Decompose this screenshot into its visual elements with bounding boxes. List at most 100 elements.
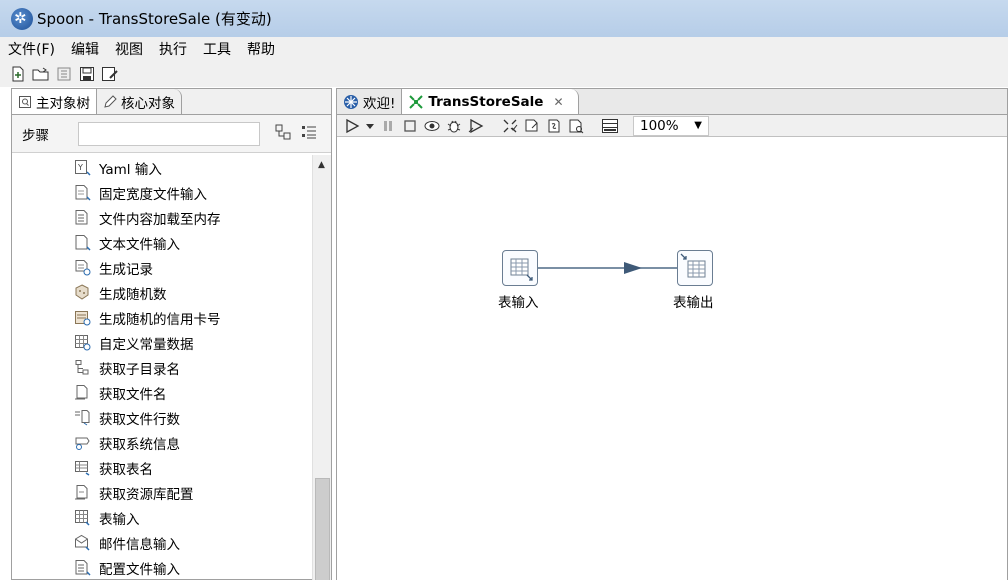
steps-tree: Y Yaml 输入 固定宽度文件输入 文件内容加载至内存 文本文件输入 生成记录… (12, 155, 312, 580)
explore-db-icon[interactable] (567, 117, 585, 135)
list-item-label: 获取文件名 (99, 386, 167, 403)
list-item[interactable]: 获取文件行数 (12, 405, 312, 430)
scrollbar-thumb[interactable] (315, 478, 330, 580)
new-file-icon[interactable] (9, 65, 27, 83)
tab-welcome[interactable]: 欢迎! (337, 89, 403, 114)
list-item[interactable]: 获取文件名 (12, 380, 312, 405)
random-credit-card-icon (75, 311, 91, 326)
window-title: Spoon - TransStoreSale (有变动) (37, 10, 272, 28)
main-toolbar (0, 60, 1008, 87)
list-item-label: 获取子目录名 (99, 361, 180, 378)
explore-repo-icon[interactable] (55, 65, 73, 83)
load-file-content-icon (75, 210, 88, 225)
get-file-rows-count-icon (75, 410, 90, 426)
steps-search-input[interactable] (78, 121, 260, 146)
tab-transstoresale[interactable]: TransStoreSale ✕ (402, 89, 579, 114)
get-system-info-icon (75, 437, 90, 450)
transformation-icon (409, 94, 424, 109)
run-icon[interactable] (343, 117, 361, 135)
steps-tree-scrollbar[interactable]: ▲ (312, 155, 331, 580)
menu-view[interactable]: 视图 (115, 39, 143, 59)
list-item[interactable]: Y Yaml 输入 (12, 155, 312, 180)
step-label-table-output: 表输出 (673, 295, 714, 311)
property-input-icon (75, 560, 91, 576)
fixed-width-file-icon (75, 185, 91, 201)
menu-run[interactable]: 执行 (159, 39, 187, 59)
tab-core-objects-label: 核心对象 (121, 95, 175, 112)
table-input-icon (75, 510, 90, 526)
random-value-icon (75, 284, 89, 300)
close-tab-icon[interactable]: ✕ (553, 95, 563, 109)
left-tabs: 主对象树 核心对象 (12, 89, 331, 115)
right-panel: 欢迎! TransStoreSale ✕ 100% ▼ 表输入 表输出 (336, 88, 1008, 580)
yaml-input-icon: Y (75, 160, 91, 176)
hop-connector[interactable] (337, 138, 1007, 580)
save-icon[interactable] (78, 65, 96, 83)
menu-tools[interactable]: 工具 (203, 39, 231, 59)
step-node-table-input[interactable] (502, 250, 538, 286)
list-item[interactable]: 生成随机数 (12, 280, 312, 305)
list-item[interactable]: 获取表名 (12, 455, 312, 480)
debug-icon[interactable] (445, 117, 463, 135)
impact-analysis-icon[interactable] (523, 117, 541, 135)
table-output-icon (680, 253, 706, 278)
scroll-up-arrow-icon[interactable]: ▲ (318, 160, 325, 170)
step-node-table-output[interactable] (677, 250, 713, 286)
tab-transstoresale-label: TransStoreSale (428, 93, 544, 110)
list-item-label: 邮件信息输入 (99, 536, 180, 553)
run-dropdown-icon[interactable] (365, 117, 375, 135)
collapse-all-icon[interactable] (301, 124, 317, 144)
left-panel: 主对象树 核心对象 步骤 Y Yaml 输入 固定宽度文件输入 文件内容加载至内… (11, 88, 332, 580)
list-item[interactable]: 表输入 (12, 505, 312, 530)
menu-file[interactable]: 文件(F) (8, 39, 55, 59)
transformation-canvas[interactable]: 表输入 表输出 (337, 138, 1007, 580)
list-item[interactable]: 生成随机的信用卡号 (12, 305, 312, 330)
stop-icon[interactable] (401, 117, 419, 135)
list-item[interactable]: 生成记录 (12, 255, 312, 280)
menu-bar: 文件(F) 编辑 视图 执行 工具 帮助 (0, 37, 1008, 60)
tab-welcome-label: 欢迎! (363, 95, 396, 112)
list-item[interactable]: 文本文件输入 (12, 230, 312, 255)
editor-tabs: 欢迎! TransStoreSale ✕ (337, 89, 1007, 115)
save-as-icon[interactable] (101, 65, 119, 83)
list-item[interactable]: 获取系统信息 (12, 430, 312, 455)
expand-all-icon[interactable] (275, 124, 291, 144)
step-label-table-input: 表输入 (498, 295, 539, 311)
list-item[interactable]: 获取子目录名 (12, 355, 312, 380)
spoon-app-icon (11, 7, 33, 30)
email-messages-input-icon (75, 534, 90, 551)
list-item[interactable]: 获取资源库配置 (12, 480, 312, 505)
list-item-label: 获取系统信息 (99, 436, 180, 453)
list-item[interactable]: 文件内容加载至内存 (12, 205, 312, 230)
menu-edit[interactable]: 编辑 (71, 39, 99, 59)
tab-core-objects[interactable]: 核心对象 (97, 89, 182, 114)
tab-main-object-tree[interactable]: 主对象树 (12, 89, 97, 114)
list-item-label: Yaml 输入 (99, 161, 162, 178)
spoon-icon (344, 94, 358, 109)
show-results-icon[interactable] (601, 117, 619, 135)
pencil-icon (104, 94, 117, 108)
get-file-names-icon (75, 385, 88, 400)
tree-search-icon (19, 95, 31, 108)
replay-icon[interactable] (467, 117, 485, 135)
zoom-select[interactable]: 100% ▼ (633, 115, 709, 136)
chevron-down-icon: ▼ (694, 120, 702, 131)
list-item[interactable]: 固定宽度文件输入 (12, 180, 312, 205)
table-input-icon (510, 258, 533, 281)
sql-icon[interactable] (545, 117, 563, 135)
preview-icon[interactable] (423, 117, 441, 135)
list-item[interactable]: 自定义常量数据 (12, 330, 312, 355)
data-grid-icon (75, 335, 91, 351)
menu-help[interactable]: 帮助 (247, 39, 275, 59)
verify-icon[interactable] (501, 117, 519, 135)
svg-text:Y: Y (77, 163, 83, 172)
list-item-label: 自定义常量数据 (99, 336, 194, 353)
list-item-label: 获取表名 (99, 461, 153, 478)
pause-icon[interactable] (379, 117, 397, 135)
list-item[interactable]: 邮件信息输入 (12, 530, 312, 555)
list-item[interactable]: 配置文件输入 (12, 555, 312, 580)
list-item-label: 生成随机数 (99, 286, 167, 303)
list-item-label: 获取文件行数 (99, 411, 180, 428)
open-folder-icon[interactable] (32, 65, 50, 83)
list-item-label: 生成随机的信用卡号 (99, 311, 221, 328)
